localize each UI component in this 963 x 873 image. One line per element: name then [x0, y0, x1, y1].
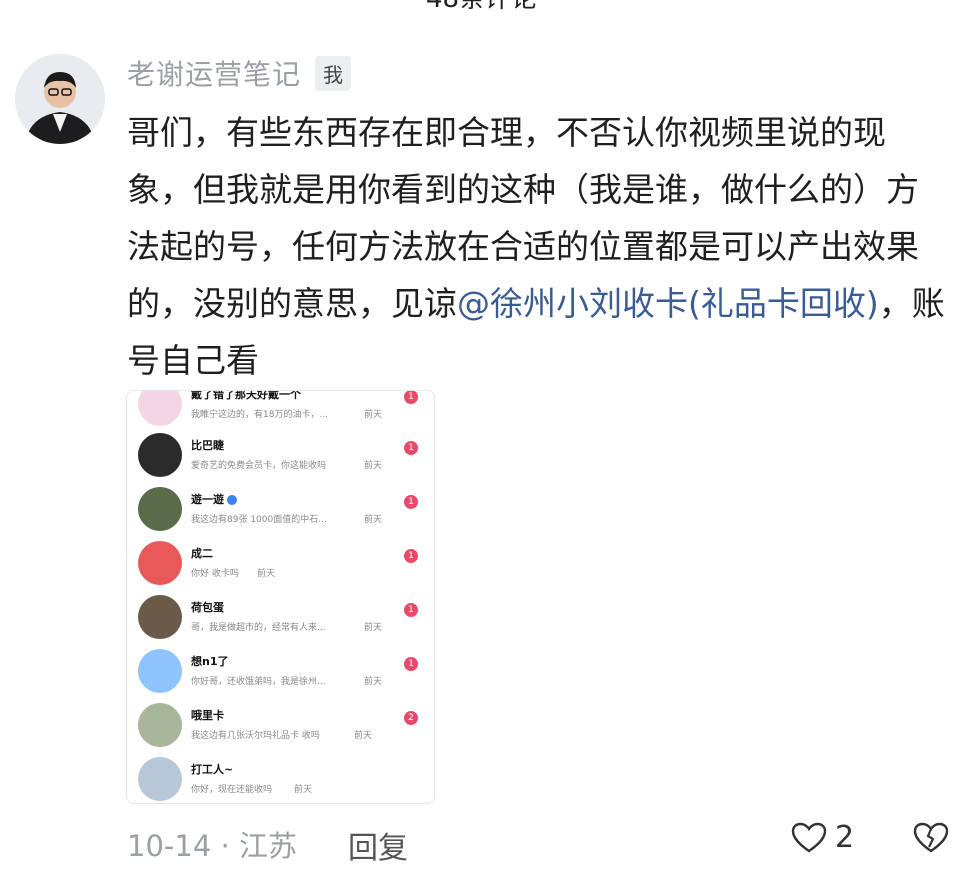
message-row: 成二 你好 收卡吗 前天 1 [127, 536, 434, 590]
message-preview: 你好 收卡吗 [191, 569, 239, 579]
message-preview: 我睢宁这边的，有18万的油卡，... [191, 410, 329, 420]
message-avatar [138, 757, 182, 801]
message-preview: 我这边有几张沃尔玛礼品卡 收吗 [191, 731, 320, 741]
verified-icon [227, 495, 237, 505]
message-time: 前天 [364, 461, 383, 471]
message-time: 前天 [364, 515, 383, 525]
message-row: 荷包蛋 哥，我是做超市的，经常有人来... 前天 1 [127, 590, 434, 644]
message-avatar [138, 541, 182, 585]
attached-image[interactable]: 戴了错了那天好戴一个 我睢宁这边的，有18万的油卡，... 前天 1 比巴睫 爱… [126, 390, 435, 804]
comment-footer: 10-14 · 江苏 回复 2 [127, 820, 957, 867]
message-avatar [138, 391, 182, 426]
message-preview: 我这边有89张 1000面值的中石... [191, 515, 327, 525]
message-preview: 爱奇艺的免费会员卡，你这能收吗 [191, 461, 327, 471]
message-time: 前天 [354, 731, 373, 741]
message-name: 打工人~ [191, 763, 234, 776]
comment-header: 老谢运营笔记 我 [127, 52, 352, 94]
message-time: 前天 [364, 677, 383, 687]
author-badge: 我 [315, 55, 352, 91]
heart-icon [791, 822, 827, 852]
message-name-text: 遊一遊 [191, 493, 224, 506]
reply-button[interactable]: 回复 [348, 823, 408, 867]
message-row: 哦里卡 我这边有几张沃尔玛礼品卡 收吗 前天 2 [127, 698, 434, 752]
message-name: 想n1了 [191, 655, 229, 668]
message-row: 想n1了 你好哥，还收饿弟吗，我是徐州... 前天 1 [127, 644, 434, 698]
message-time: 前天 [257, 569, 276, 579]
comments-count-title: 48条评论 [0, 0, 963, 15]
message-name: 成二 [191, 547, 213, 560]
unread-badge: 1 [404, 549, 418, 563]
unread-badge: 2 [404, 711, 418, 725]
unread-badge: 1 [404, 441, 418, 455]
like-count: 2 [835, 820, 855, 855]
message-name: 荷包蛋 [191, 601, 224, 614]
comment-meta: 10-14 · 江苏 [127, 829, 297, 863]
message-time: 前天 [294, 785, 313, 795]
message-row: 遊一遊 我这边有89张 1000面值的中石... 前天 1 [127, 482, 434, 536]
comment-location: 江苏 [238, 829, 297, 863]
message-name: 戴了错了那天好戴一个 [191, 390, 301, 401]
message-row: 打工人~ 你好，现在还能收吗 前天 [127, 752, 434, 803]
message-preview: 你好，现在还能收吗 [191, 785, 273, 795]
message-name: 哦里卡 [191, 709, 224, 722]
message-avatar [138, 433, 182, 477]
avatar-image [15, 54, 105, 144]
dislike-button[interactable] [913, 822, 949, 858]
message-avatar [138, 487, 182, 531]
message-row: 比巴睫 爱奇艺的免费会员卡，你这能收吗 前天 1 [127, 428, 434, 482]
broken-heart-icon [913, 822, 949, 853]
message-preview: 你好哥，还收饿弟吗，我是徐州... [191, 677, 326, 687]
message-name: 遊一遊 [191, 491, 237, 507]
comment-date: 10-14 [127, 829, 212, 863]
comment-body: 哥们，有些东西存在即合理，不否认你视频里说的现象，但我就是用你看到的这种（我是谁… [127, 104, 947, 389]
message-name-text: 比巴睫 [191, 439, 224, 452]
user-avatar[interactable] [15, 54, 105, 144]
message-avatar [138, 703, 182, 747]
message-time: 前天 [364, 410, 383, 420]
message-avatar [138, 595, 182, 639]
message-avatar [138, 649, 182, 693]
message-row: 戴了错了那天好戴一个 我睢宁这边的，有18万的油卡，... 前天 1 [127, 390, 434, 431]
unread-badge: 1 [404, 391, 418, 404]
unread-badge: 1 [404, 657, 418, 671]
unread-badge: 1 [404, 495, 418, 509]
like-button[interactable]: 2 [791, 820, 854, 855]
message-preview: 哥，我是做超市的，经常有人来... [191, 623, 326, 633]
unread-badge: 1 [404, 603, 418, 617]
message-time: 前天 [364, 623, 383, 633]
username[interactable]: 老谢运营笔记 [127, 53, 301, 93]
message-name: 比巴睫 [191, 437, 224, 453]
mention-link[interactable]: @徐州小刘收卡(礼品卡回收) [457, 284, 879, 323]
